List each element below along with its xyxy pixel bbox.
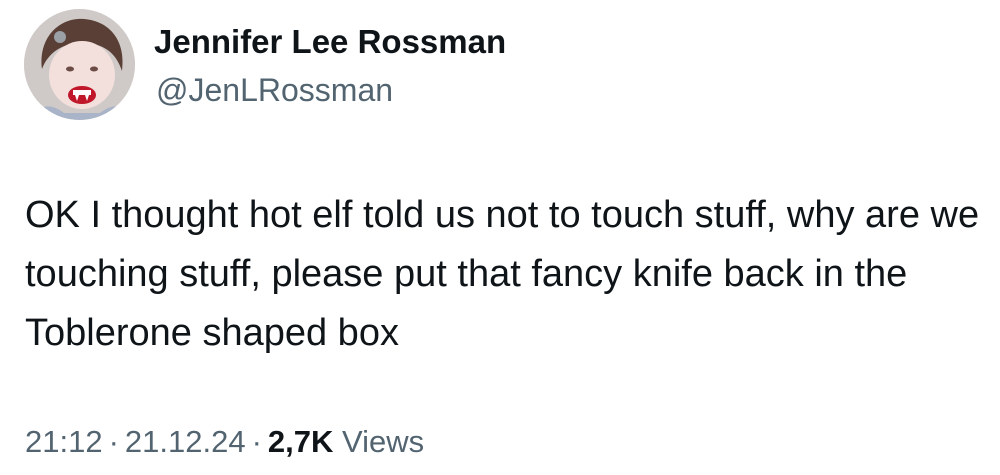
views-count: 2,7K	[267, 424, 334, 459]
avatar-photo	[24, 9, 135, 120]
author-handle[interactable]: @JenLRossman	[156, 70, 393, 110]
tweet-meta: 21:12 · 21.12.24 · 2,7K Views	[25, 422, 424, 462]
author-display-name[interactable]: Jennifer Lee Rossman	[154, 22, 506, 62]
tweet-card: Jennifer Lee Rossman @JenLRossman OK I t…	[0, 0, 1000, 475]
tweet-date[interactable]: 21.12.24	[125, 424, 246, 459]
views-label: Views	[342, 424, 425, 459]
meta-separator: ·	[108, 424, 119, 459]
avatar[interactable]	[24, 9, 135, 120]
tweet-text: OK I thought hot elf told us not to touc…	[25, 194, 980, 354]
tweet-time[interactable]: 21:12	[25, 424, 103, 459]
meta-separator: ·	[251, 424, 262, 459]
